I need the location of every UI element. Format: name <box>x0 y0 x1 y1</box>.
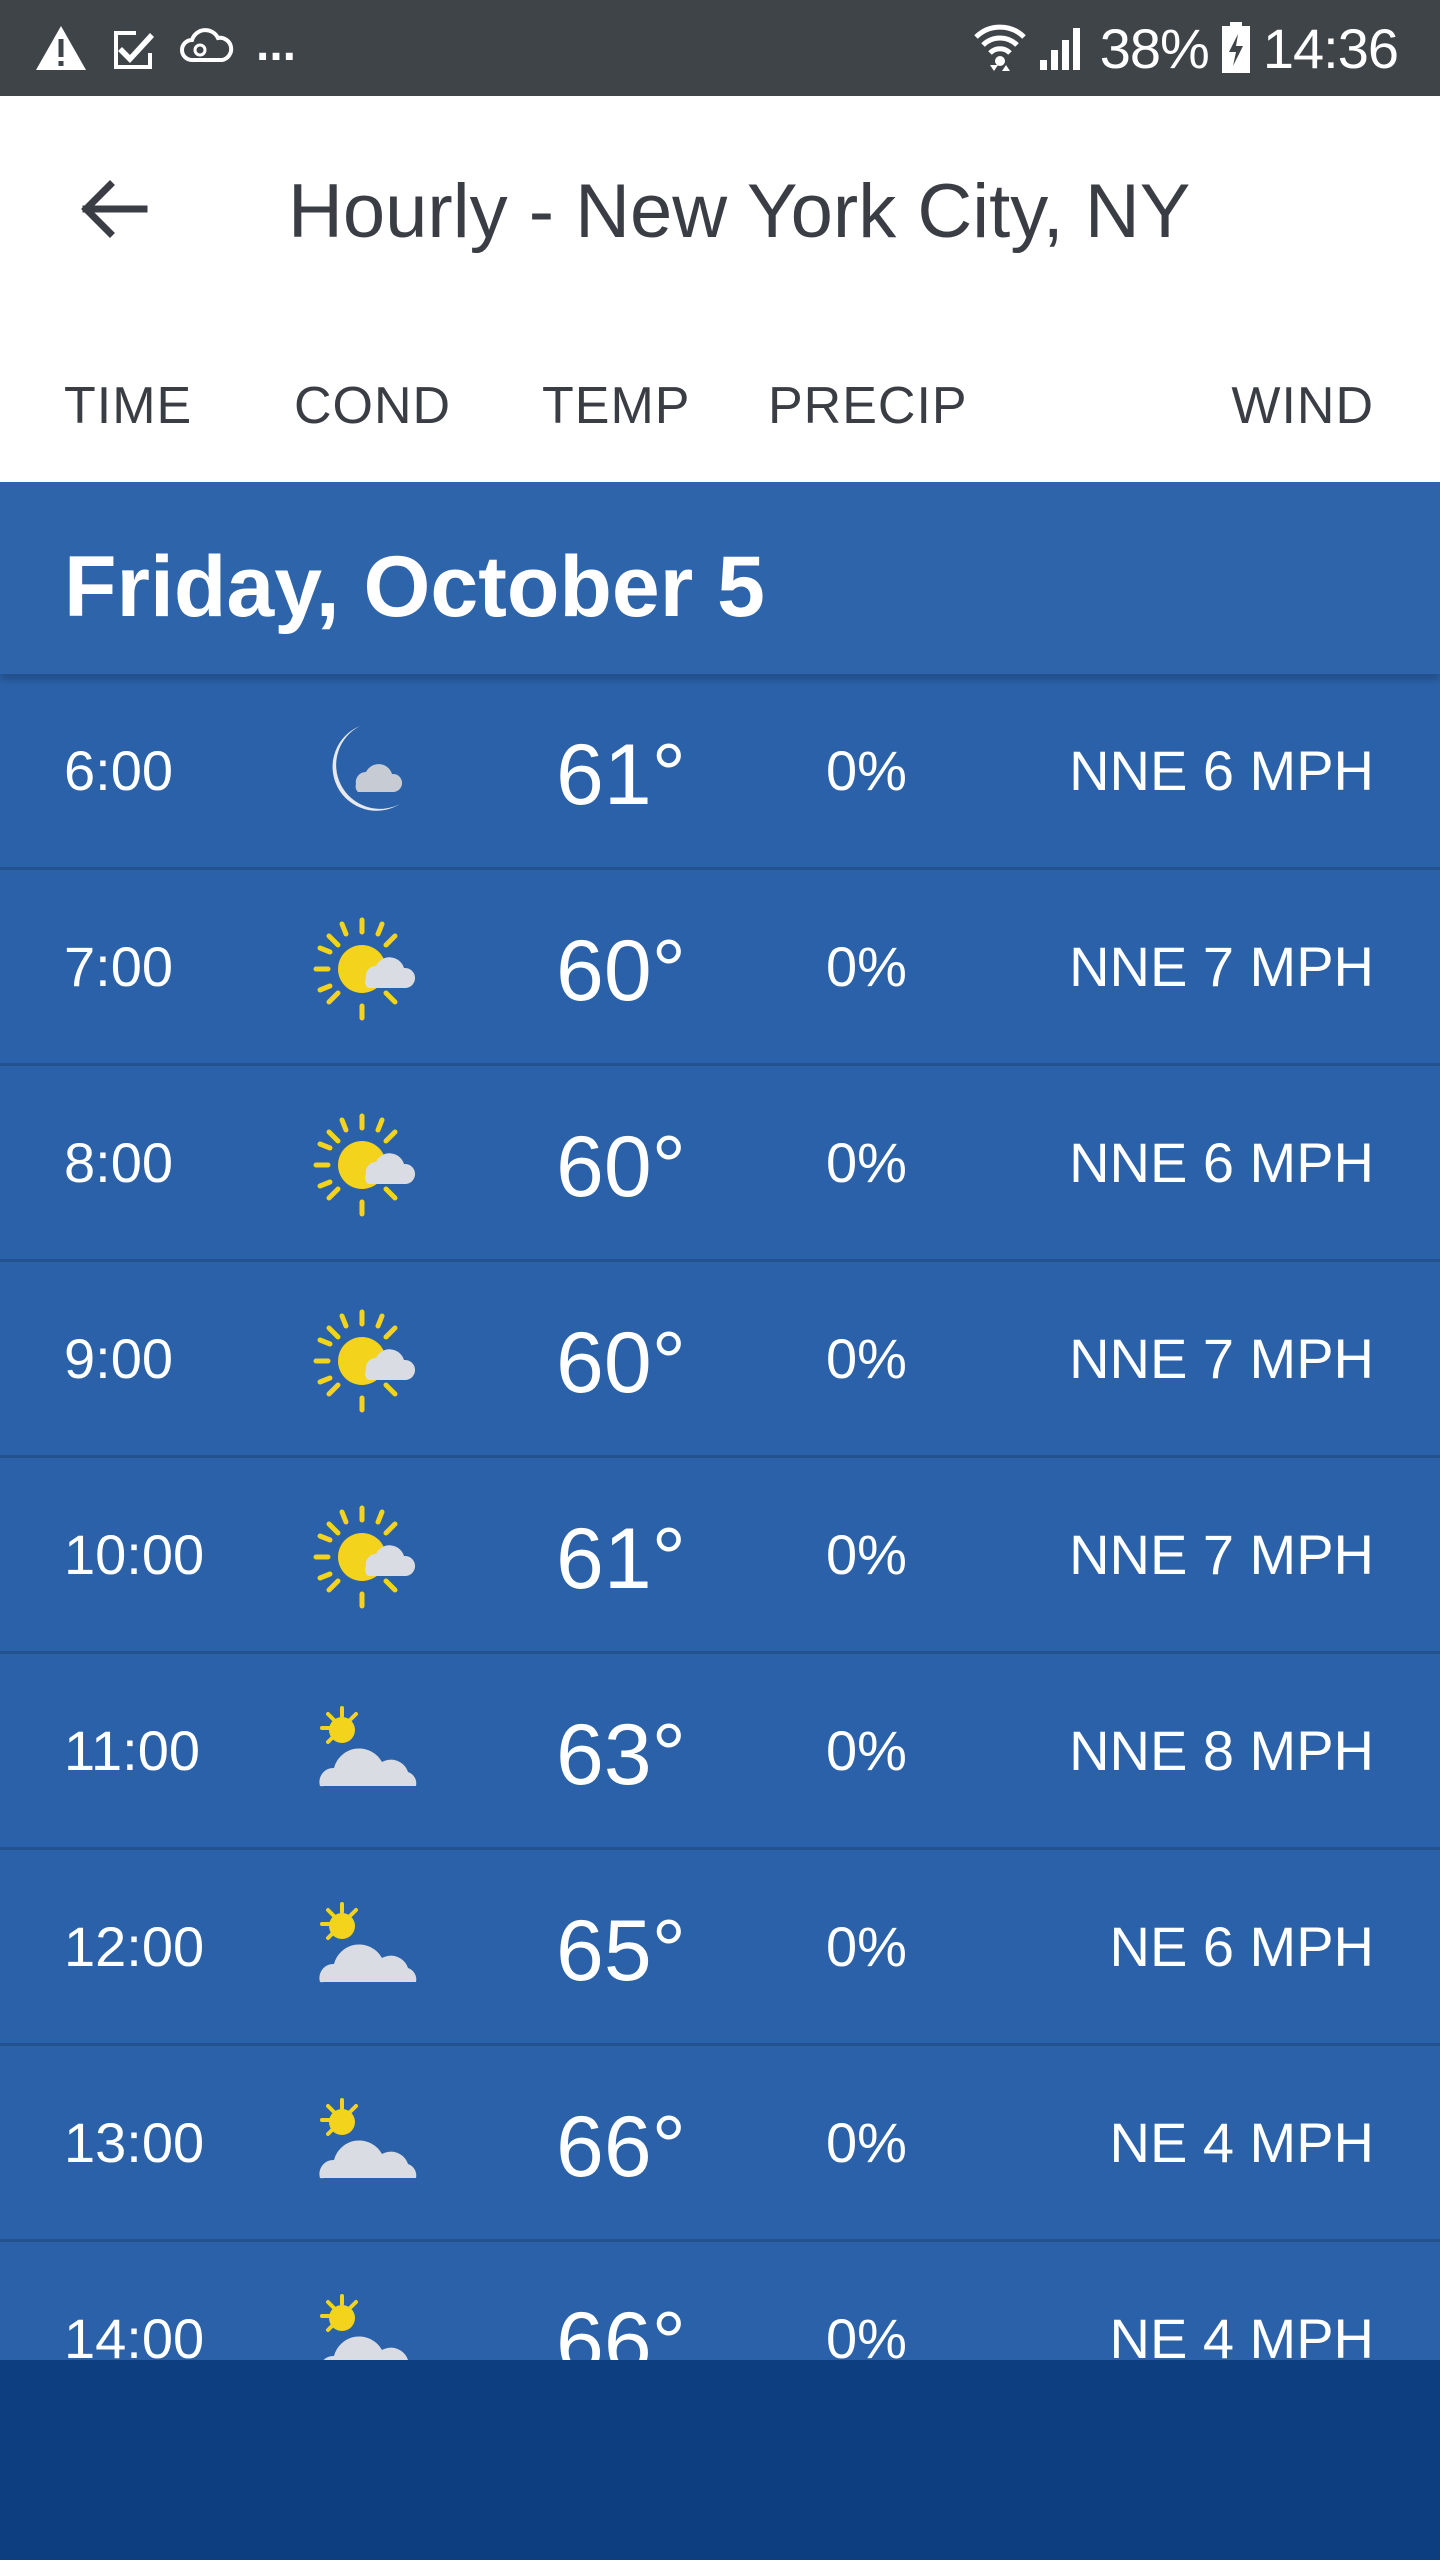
hourly-row[interactable]: 6:00 61° 0% NNE 6 MPH <box>0 674 1440 870</box>
sun-small-cloud-icon <box>312 1306 432 1416</box>
status-time: 14:36 <box>1262 16 1399 80</box>
bottom-bar <box>0 2360 1440 2560</box>
column-header-time: TIME <box>64 377 193 435</box>
row-wind: NE 6 MPH <box>1109 1915 1375 1978</box>
row-temp: 61° <box>556 1511 687 1607</box>
partly-cloudy-icon <box>312 2090 432 2200</box>
row-precip: 0% <box>826 1131 907 1194</box>
row-precip: 0% <box>826 1327 907 1390</box>
hourly-row[interactable]: 12:00 65° 0% NE 6 MPH <box>0 1850 1440 2046</box>
row-time: 7:00 <box>64 935 173 998</box>
cloud-sync-icon <box>178 26 234 70</box>
hourly-row[interactable]: 13:00 66° 0% NE 4 MPH <box>0 2046 1440 2242</box>
moon-cloud-icon <box>312 718 432 828</box>
hourly-row[interactable]: 11:00 63° 0% NNE 8 MPH <box>0 1654 1440 1850</box>
row-time: 6:00 <box>64 739 173 802</box>
page-title: Hourly - New York City, NY <box>288 169 1191 254</box>
row-time: 10:00 <box>64 1523 205 1586</box>
partly-cloudy-icon <box>312 1894 432 2004</box>
warning-icon <box>34 24 88 72</box>
row-precip: 0% <box>826 739 907 802</box>
hourly-row[interactable]: 7:00 60° 0% NNE 7 MPH <box>0 870 1440 1066</box>
column-header-temp: TEMP <box>542 377 691 435</box>
row-temp: 60° <box>556 923 687 1019</box>
app-bar: Hourly - New York City, NY TIME COND TEM… <box>0 96 1440 482</box>
column-header-precip: PRECIP <box>768 377 968 435</box>
row-wind: NNE 8 MPH <box>1069 1719 1374 1782</box>
row-precip: 0% <box>826 1523 907 1586</box>
back-button[interactable] <box>60 156 170 266</box>
column-header-cond: COND <box>294 377 452 435</box>
sun-small-cloud-icon <box>312 1110 432 1220</box>
row-time: 11:00 <box>64 1719 200 1782</box>
row-wind: NE 4 MPH <box>1109 2111 1375 2174</box>
overflow-indicator: ... <box>256 17 297 71</box>
column-header-wind: WIND <box>1231 377 1374 435</box>
status-bar-left: ... <box>34 18 296 78</box>
day-label: Friday, October 5 <box>64 539 765 635</box>
status-bar-right: 38% 14:36 <box>974 14 1399 82</box>
status-bar: ... 38% 14:36 <box>0 0 1440 96</box>
row-precip: 0% <box>826 1915 907 1978</box>
partly-cloudy-icon <box>312 1698 432 1808</box>
row-temp: 60° <box>556 1315 687 1411</box>
sun-small-cloud-icon <box>312 1502 432 1612</box>
hourly-row[interactable]: 8:00 60° 0% NNE 6 MPH <box>0 1066 1440 1262</box>
row-wind: NNE 6 MPH <box>1069 739 1374 802</box>
row-temp: 61° <box>556 727 687 823</box>
arrow-left-icon <box>80 179 150 244</box>
row-time: 9:00 <box>64 1327 173 1390</box>
sun-small-cloud-icon <box>312 914 432 1024</box>
check-icon <box>110 25 156 71</box>
row-time: 13:00 <box>64 2111 205 2174</box>
row-wind: NNE 7 MPH <box>1069 935 1374 998</box>
wifi-icon <box>974 23 1026 73</box>
row-wind: NNE 6 MPH <box>1069 1131 1374 1194</box>
row-temp: 60° <box>556 1119 687 1215</box>
row-precip: 0% <box>826 2111 907 2174</box>
hourly-row[interactable]: 10:00 61° 0% NNE 7 MPH <box>0 1458 1440 1654</box>
row-temp: 65° <box>556 1903 687 1999</box>
row-temp: 63° <box>556 1707 687 1803</box>
row-time: 8:00 <box>64 1131 173 1194</box>
battery-icon <box>1221 22 1251 74</box>
hourly-list: 6:00 61° 0% NNE 6 MPH 7:00 60° 0% NNE 7 … <box>0 674 1440 2438</box>
row-wind: NNE 7 MPH <box>1069 1523 1374 1586</box>
row-wind: NNE 7 MPH <box>1069 1327 1374 1390</box>
hourly-row[interactable]: 9:00 60° 0% NNE 7 MPH <box>0 1262 1440 1458</box>
row-time: 12:00 <box>64 1915 205 1978</box>
signal-icon <box>1038 24 1088 72</box>
battery-percent: 38% <box>1099 16 1210 80</box>
day-header: Friday, October 5 <box>0 482 1440 674</box>
row-temp: 66° <box>556 2099 687 2195</box>
row-precip: 0% <box>826 1719 907 1782</box>
row-precip: 0% <box>826 935 907 998</box>
